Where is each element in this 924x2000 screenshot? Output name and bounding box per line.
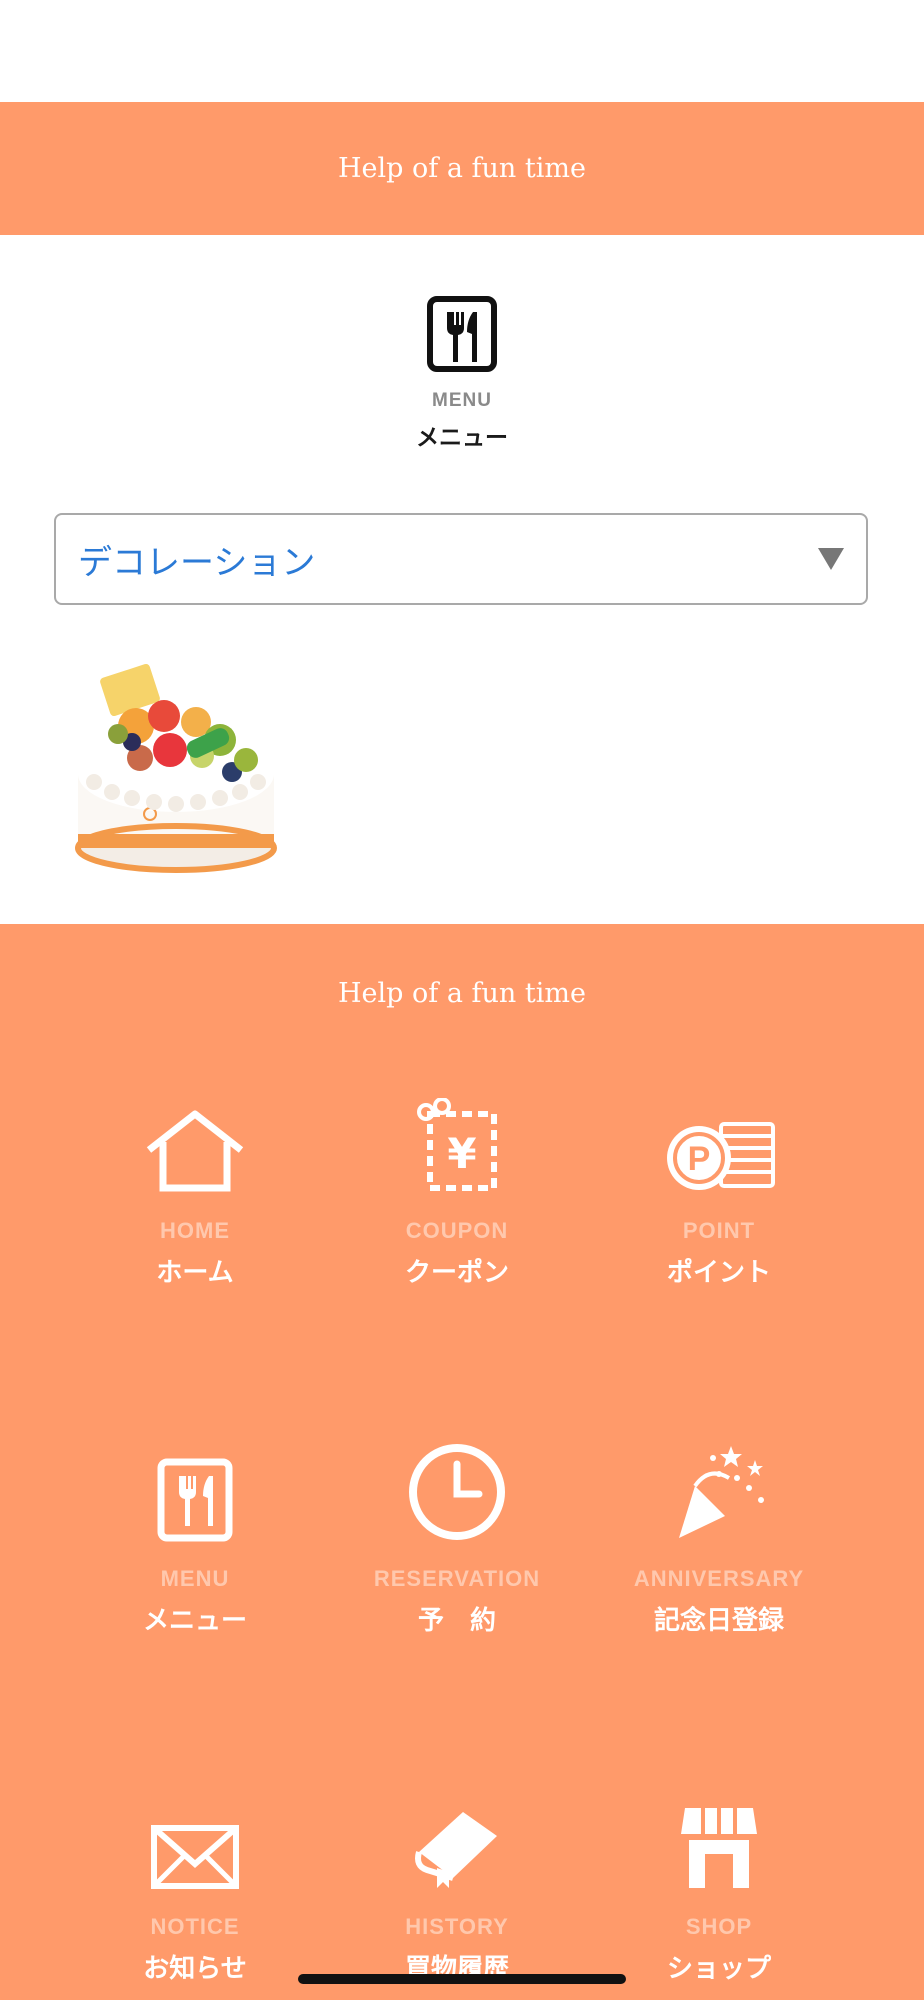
menu-icon — [75, 1442, 315, 1542]
menu-heading: MENU メニュー — [0, 296, 924, 452]
nav-notice[interactable]: NOTICE お知らせ — [75, 1790, 315, 1985]
svg-text:P: P — [688, 1140, 711, 1178]
category-select-value: デコレーション — [78, 542, 316, 583]
nav-shop[interactable]: SHOP ショップ — [599, 1790, 839, 1985]
nav-home-en: HOME — [160, 1218, 230, 1243]
nav-shop-jp: ショップ — [666, 1954, 771, 1984]
nav-anniversary[interactable]: ANNIVERSARY 記念日登録 — [599, 1442, 839, 1637]
mail-icon — [75, 1790, 315, 1890]
menu-label-jp: メニュー — [416, 425, 508, 451]
nav-menu[interactable]: MENU メニュー — [75, 1442, 315, 1637]
coupon-icon: ¥ — [337, 1094, 577, 1194]
home-icon — [75, 1094, 315, 1194]
menu-label-en: MENU — [432, 390, 492, 411]
dropdown-arrow-icon — [818, 548, 844, 570]
footer-tagline-wrap: Help of a fun time — [0, 978, 924, 1009]
nav-menu-en: MENU — [160, 1566, 230, 1591]
category-select[interactable]: デコレーション — [54, 513, 868, 605]
shop-icon — [599, 1790, 839, 1890]
nav-reservation[interactable]: RESERVATION 予 約 — [337, 1442, 577, 1637]
nav-home-jp: ホーム — [156, 1258, 234, 1288]
clock-icon — [337, 1442, 577, 1542]
header-bar: Help of a fun time — [0, 102, 924, 235]
nav-home[interactable]: HOME ホーム — [75, 1094, 315, 1289]
nav-coupon[interactable]: ¥ COUPON クーポン — [337, 1094, 577, 1289]
home-indicator — [298, 1974, 626, 1984]
point-icon: P — [599, 1094, 839, 1194]
nav-anniversary-en: ANNIVERSARY — [633, 1566, 805, 1591]
nav-point[interactable]: P POINT ポイント — [599, 1094, 839, 1289]
svg-text:¥: ¥ — [447, 1129, 476, 1178]
footer: Help of a fun time HOME ホーム ¥ COUPON クーポ… — [0, 924, 924, 2000]
nav-reservation-jp: 予 約 — [417, 1606, 496, 1636]
nav-notice-en: NOTICE — [150, 1914, 240, 1939]
nav-history-en: HISTORY — [405, 1914, 509, 1939]
nav-coupon-jp: クーポン — [404, 1258, 509, 1288]
product-image-cake[interactable] — [74, 663, 278, 880]
nav-point-jp: ポイント — [666, 1258, 771, 1288]
party-popper-icon — [599, 1442, 839, 1542]
nav-menu-jp: メニュー — [142, 1606, 247, 1636]
nav-notice-jp: お知らせ — [143, 1954, 247, 1984]
book-icon — [337, 1790, 577, 1890]
nav-point-en: POINT — [682, 1218, 756, 1243]
fork-knife-icon — [427, 296, 497, 372]
nav-shop-en: SHOP — [685, 1914, 753, 1939]
nav-history[interactable]: HISTORY 買物履歴 — [337, 1790, 577, 1985]
header-tagline: Help of a fun time — [338, 153, 586, 184]
nav-coupon-en: COUPON — [405, 1218, 509, 1243]
nav-reservation-en: RESERVATION — [373, 1566, 541, 1591]
nav-anniversary-jp: 記念日登録 — [653, 1606, 784, 1636]
footer-tagline: Help of a fun time — [338, 978, 586, 1009]
